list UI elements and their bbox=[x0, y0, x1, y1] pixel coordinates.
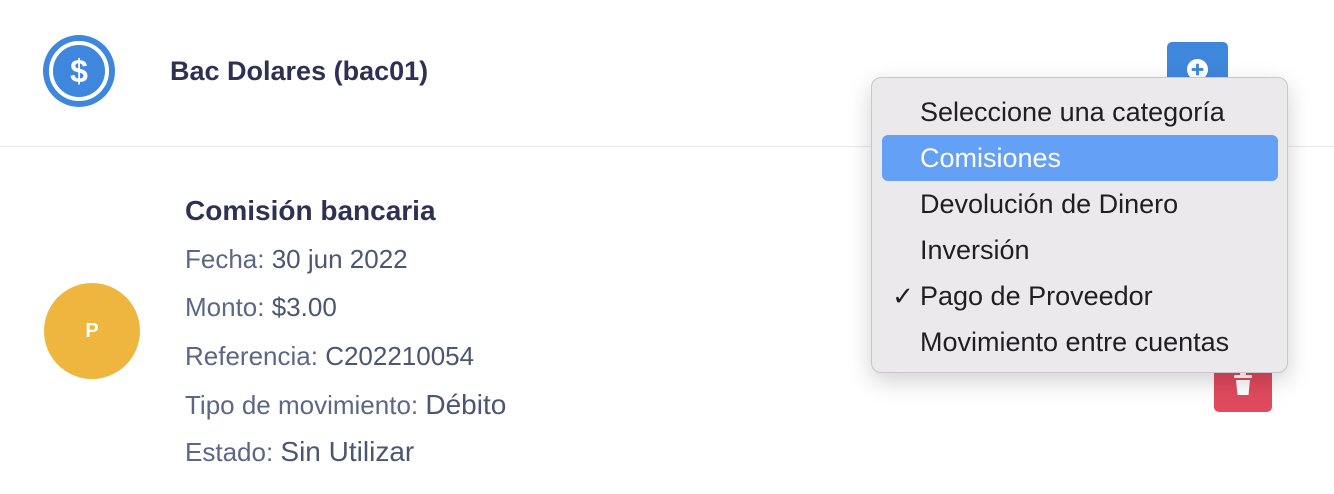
category-option-label: Inversión bbox=[920, 234, 1030, 265]
svg-text:$: $ bbox=[70, 53, 88, 89]
transaction-reference: Referencia: C202210054 bbox=[185, 341, 474, 372]
reference-value: C202210054 bbox=[325, 341, 475, 371]
trash-icon bbox=[1234, 372, 1252, 395]
transaction-type: Tipo de movimiento: Débito bbox=[185, 389, 506, 421]
category-option-pago-proveedor[interactable]: ✓ Pago de Proveedor bbox=[882, 273, 1278, 319]
status-value: Sin Utilizar bbox=[280, 436, 415, 467]
transaction-amount: Monto: $3.00 bbox=[185, 292, 337, 323]
amount-value: $3.00 bbox=[271, 292, 337, 322]
amount-label: Monto: bbox=[185, 292, 272, 322]
type-value: Débito bbox=[425, 389, 507, 420]
date-label: Fecha: bbox=[185, 244, 272, 274]
transaction-date: Fecha: 30 jun 2022 bbox=[185, 244, 408, 275]
category-option-label: Devolución de Dinero bbox=[920, 188, 1179, 219]
category-option-movimiento[interactable]: Movimiento entre cuentas bbox=[882, 319, 1278, 365]
transaction-status: Estado: Sin Utilizar bbox=[185, 436, 414, 468]
category-option-label: Comisiones bbox=[920, 142, 1062, 173]
type-label: Tipo de movimiento: bbox=[185, 390, 426, 420]
avatar: P bbox=[44, 283, 140, 379]
category-option-label: Seleccione una categoría bbox=[920, 96, 1225, 127]
status-label: Estado: bbox=[185, 437, 281, 467]
category-option-inversion[interactable]: Inversión bbox=[882, 227, 1278, 273]
category-option-comisiones[interactable]: Comisiones bbox=[882, 135, 1278, 181]
dollar-circle-icon: $ bbox=[43, 35, 115, 107]
checkmark-icon: ✓ bbox=[892, 280, 914, 311]
transaction-title: Comisión bancaria bbox=[185, 195, 436, 226]
reference-label: Referencia: bbox=[185, 341, 326, 371]
category-option-label: Movimiento entre cuentas bbox=[920, 326, 1230, 357]
category-option-label: Pago de Proveedor bbox=[920, 280, 1153, 311]
category-option-select[interactable]: Seleccione una categoría bbox=[882, 89, 1278, 135]
date-value: 30 jun 2022 bbox=[271, 244, 408, 274]
account-title: Bac Dolares (bac01) bbox=[170, 56, 429, 86]
category-option-devolucion[interactable]: Devolución de Dinero bbox=[882, 181, 1278, 227]
category-dropdown-menu[interactable]: Seleccione una categoría Comisiones Devo… bbox=[871, 77, 1288, 373]
